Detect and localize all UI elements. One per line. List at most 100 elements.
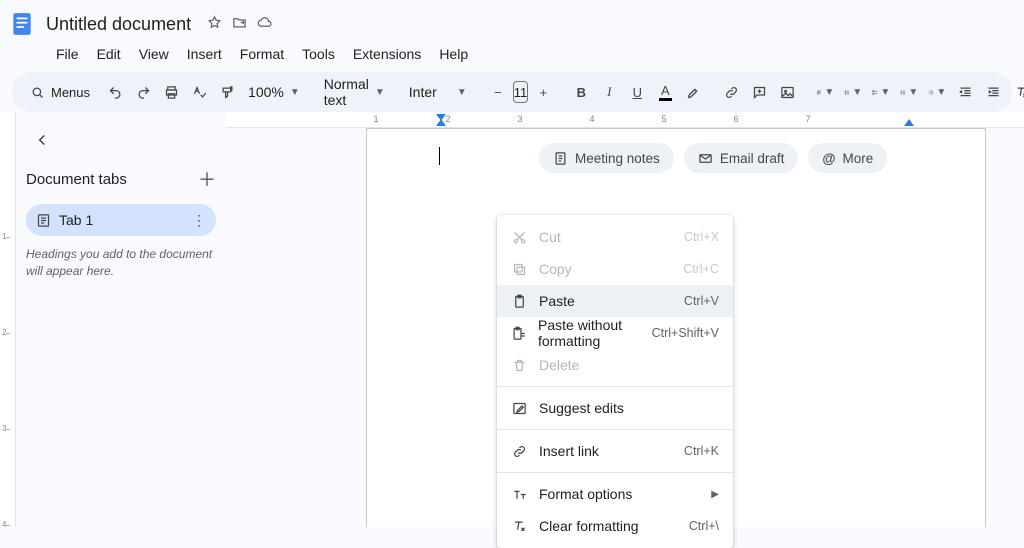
font-value: Inter [409,84,437,100]
menu-insert[interactable]: Insert [179,42,230,66]
numbered-list-button[interactable]: 123▼ [924,78,950,106]
submenu-arrow-icon: ▶ [711,489,719,500]
h-ruler-tick: 7 [805,114,810,124]
ctx-label: Copy [539,261,572,277]
document-title[interactable]: Untitled document [40,12,197,37]
menu-view[interactable]: View [131,42,177,66]
undo-button[interactable] [102,78,128,106]
text-color-button[interactable]: A [652,78,678,106]
document-tabs-sidebar: Document tabs ＋ Tab 1 ⋮ Headings you add… [16,112,226,527]
chip-email-draft[interactable]: Email draft [684,143,799,173]
add-tab-button[interactable]: ＋ [198,166,216,192]
menubar: File Edit View Insert Format Tools Exten… [0,42,1024,72]
text-cursor [439,147,440,165]
chip-meeting-notes[interactable]: Meeting notes [539,143,674,173]
line-spacing-button[interactable]: ▼ [840,78,866,106]
ctx-label: Suggest edits [539,400,624,416]
menu-help[interactable]: Help [431,42,476,66]
link-icon [511,443,527,459]
copy-icon [511,261,527,277]
ctx-shortcut: Ctrl+X [684,230,719,244]
chip-more[interactable]: @ More [808,143,887,173]
cloud-status-icon[interactable] [257,15,272,33]
chip-label: Meeting notes [575,151,660,166]
ctx-clear-formatting[interactable]: Clear formatting Ctrl+\ [497,510,733,542]
docs-logo[interactable] [8,6,36,42]
ctx-insert-link[interactable]: Insert link Ctrl+K [497,435,733,467]
ctx-label: Delete [539,357,579,373]
decrease-font-size-button[interactable]: − [485,78,511,106]
increase-font-size-button[interactable]: + [530,78,556,106]
underline-button[interactable]: U [624,78,650,106]
sidebar-back-button[interactable] [26,124,58,156]
menu-format[interactable]: Format [232,42,292,66]
ctx-label: Clear formatting [539,518,639,534]
paint-format-button[interactable] [214,78,240,106]
h-ruler-tick: 5 [661,114,666,124]
redo-button[interactable] [130,78,156,106]
ctx-paste-without-formatting[interactable]: Paste without formatting Ctrl+Shift+V [497,317,733,349]
font-family-dropdown[interactable]: Inter▼ [403,84,473,100]
first-line-indent-marker[interactable] [436,119,446,126]
h-ruler-tick: 3 [517,114,522,124]
right-indent-marker[interactable] [904,119,914,126]
cut-icon [511,229,527,245]
checklist-button[interactable]: ▼ [868,78,894,106]
suggest-edits-icon [511,400,527,416]
decrease-indent-button[interactable] [952,78,978,106]
font-size-input[interactable]: 11 [513,81,529,103]
paragraph-style-dropdown[interactable]: Normal text▼ [318,76,391,108]
sidebar-heading: Document tabs [26,171,127,188]
zoom-value: 100% [248,84,284,100]
insert-image-button[interactable] [774,78,800,106]
ctx-shortcut: Ctrl+Shift+V [652,326,719,340]
insert-link-button[interactable] [718,78,744,106]
delete-icon [511,357,527,373]
ctx-shortcut: Ctrl+V [684,294,719,308]
print-button[interactable] [158,78,184,106]
h-ruler-tick: 2 [445,114,450,124]
add-comment-button[interactable] [746,78,772,106]
bulleted-list-button[interactable]: ▼ [896,78,922,106]
horizontal-ruler[interactable]: 1 2 3 4 5 6 7 [226,112,1024,128]
h-ruler-tick: 1 [373,114,378,124]
context-menu: Cut Ctrl+X Copy Ctrl+C Paste Ctrl+V Past… [497,215,733,548]
align-button[interactable]: ▼ [812,78,838,106]
menu-extensions[interactable]: Extensions [345,42,429,66]
highlight-color-button[interactable] [680,78,706,106]
bold-button[interactable]: B [568,78,594,106]
ctx-copy: Copy Ctrl+C [497,253,733,285]
ctx-shortcut: Ctrl+\ [689,519,719,533]
sidebar-outline-hint: Headings you add to the document will ap… [26,246,216,280]
ctx-label: Format options [539,486,632,502]
move-icon[interactable] [232,15,247,33]
clear-formatting-button[interactable] [1008,78,1024,106]
menu-edit[interactable]: Edit [89,42,129,66]
menu-tools[interactable]: Tools [294,42,343,66]
menu-file[interactable]: File [48,42,87,66]
menus-search-button[interactable]: Menus [20,77,100,107]
chip-label: More [843,151,874,166]
paste-icon [511,293,527,309]
tab-more-icon[interactable]: ⋮ [192,212,206,229]
ctx-label: Paste without formatting [538,317,640,349]
zoom-dropdown[interactable]: 100%▼ [242,84,306,100]
spellcheck-button[interactable] [186,78,212,106]
ctx-label: Paste [539,293,575,309]
ctx-label: Cut [539,229,561,245]
ctx-delete: Delete [497,349,733,381]
sidebar-tab-1[interactable]: Tab 1 ⋮ [26,204,216,236]
h-ruler-tick: 6 [733,114,738,124]
star-icon[interactable] [207,15,222,33]
toolbar: Menus 100%▼ Normal text▼ Inter▼ − 11 + B… [12,72,1012,112]
svg-text:1: 1 [929,90,930,92]
v-ruler-tick: 2 [2,328,6,337]
v-ruler-tick: 3 [2,424,6,433]
ctx-shortcut: Ctrl+C [683,262,719,276]
ctx-suggest-edits[interactable]: Suggest edits [497,392,733,424]
ctx-paste[interactable]: Paste Ctrl+V [497,285,733,317]
italic-button[interactable]: I [596,78,622,106]
ctx-cut: Cut Ctrl+X [497,221,733,253]
ctx-format-options[interactable]: Format options ▶ [497,478,733,510]
increase-indent-button[interactable] [980,78,1006,106]
